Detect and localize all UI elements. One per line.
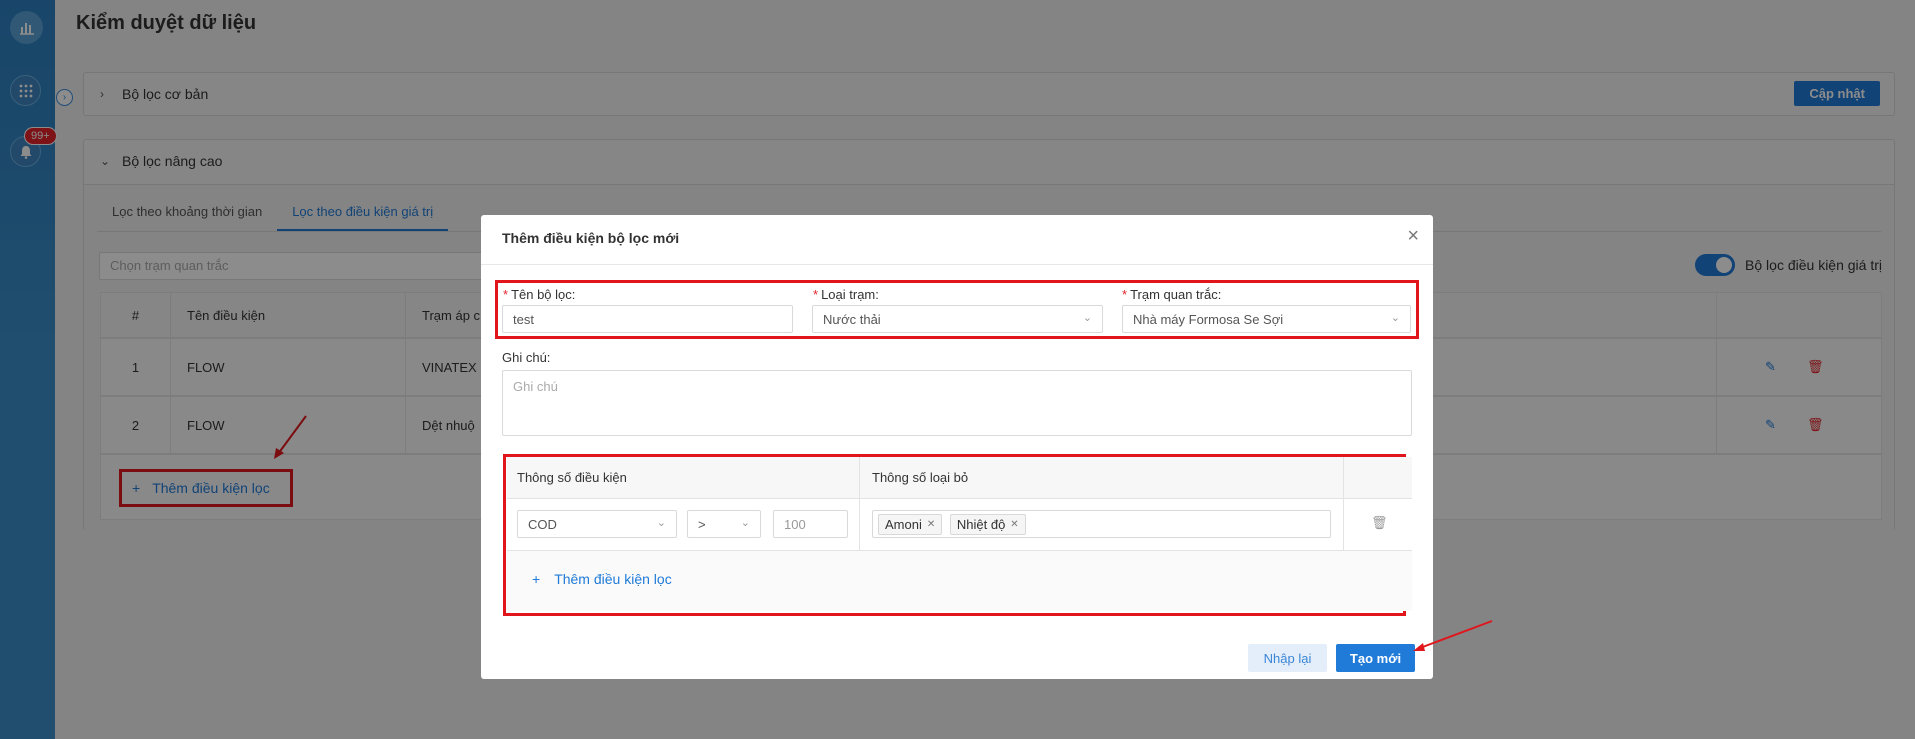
chevron-down-icon: ⌄ [1390, 312, 1400, 324]
chevron-down-icon: ⌄ [656, 517, 666, 529]
reset-button[interactable]: Nhập lại [1248, 644, 1327, 672]
new-filter-modal: Thêm điều kiện bộ lọc mới × * Tên bộ lọc:… [481, 215, 1433, 679]
chevron-down-icon: ⌄ [1082, 312, 1092, 324]
cond-table-row: COD ⌄ > ⌄ 100 Amoni ✕ Nhiệt độ ✕ 🗑 [507, 499, 1412, 551]
operator-select[interactable]: > ⌄ [687, 510, 761, 538]
station-value: Nhà máy Formosa Se Sợi [1133, 312, 1284, 327]
cond-table-header: Thông số điều kiện Thông số loại bỏ [507, 457, 1412, 499]
station-type-select[interactable]: Nước thải ⌄ [812, 305, 1103, 333]
plus-icon: + [532, 571, 541, 587]
exclude-params-select[interactable]: Amoni ✕ Nhiệt độ ✕ [872, 510, 1331, 538]
chevron-down-icon: ⌄ [740, 517, 750, 529]
operator-value: > [698, 517, 706, 532]
col-condition-param: Thông số điều kiện [517, 470, 627, 485]
note-label: Ghi chú: [502, 350, 551, 365]
add-condition-row-button[interactable]: + Thêm điều kiện lọc [532, 571, 672, 587]
station-type-value: Nước thải [823, 312, 881, 327]
param-select[interactable]: COD ⌄ [517, 510, 677, 538]
annotation-arrow [1413, 620, 1493, 651]
col-divider [1343, 457, 1344, 499]
col-divider [859, 457, 860, 499]
close-icon[interactable]: × [1407, 225, 1419, 248]
value-input[interactable]: 100 [773, 510, 848, 538]
param-value: COD [528, 517, 557, 532]
station-select[interactable]: Nhà máy Formosa Se Sợi ⌄ [1122, 305, 1411, 333]
tag-nhiet-do: Nhiệt độ ✕ [949, 514, 1026, 535]
modal-divider [481, 264, 1433, 265]
cond-table-footer: + Thêm điều kiện lọc [507, 551, 1412, 611]
filter-name-input[interactable]: test [502, 305, 793, 333]
filter-name-label: * Tên bộ lọc: [503, 287, 576, 302]
col-exclude-param: Thông số loại bỏ [872, 470, 969, 485]
col-divider [1343, 499, 1344, 551]
remove-tag-icon[interactable]: ✕ [927, 519, 935, 530]
add-condition-row-label: Thêm điều kiện lọc [554, 571, 672, 587]
col-divider [859, 499, 860, 551]
create-button[interactable]: Tạo mới [1336, 644, 1415, 672]
trash-icon[interactable]: 🗑 [1371, 515, 1388, 531]
station-label: * Trạm quan trắc: [1122, 287, 1222, 302]
station-type-label: * Loại trạm: [813, 287, 879, 302]
tag-amoni: Amoni ✕ [878, 514, 943, 535]
modal-title: Thêm điều kiện bộ lọc mới [502, 230, 680, 246]
note-textarea[interactable]: Ghi chú [502, 370, 1412, 436]
remove-tag-icon[interactable]: ✕ [1010, 519, 1018, 530]
